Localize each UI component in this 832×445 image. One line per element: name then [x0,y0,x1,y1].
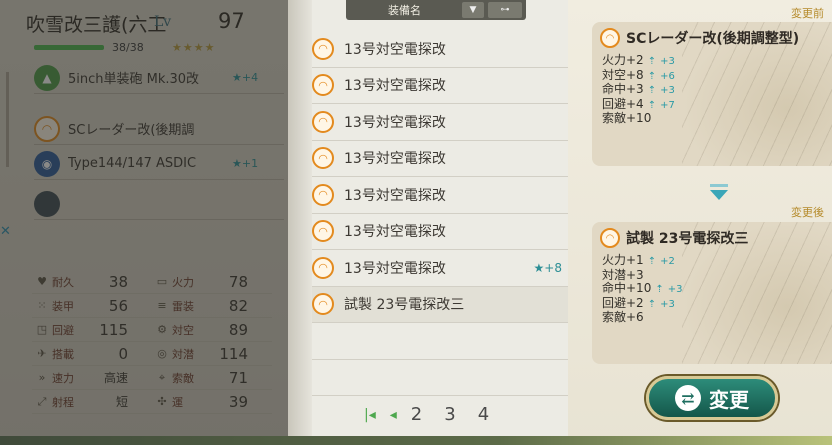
equipment-list: ◠ 13号対空電探改 ◠ 13号対空電探改 ◠ 13号対空電探改 ◠ 13号対空… [312,31,588,396]
slot-improvement: ★+4 [232,71,259,84]
slot-name: Type144/147 ASDIC [68,156,197,171]
improve-arrow-icon: ⇡ [647,298,657,310]
antiair-icon: ⚙ [157,323,167,336]
radar-icon: ◠ [312,147,334,170]
change-button[interactable]: ⇄ 変更 [646,376,778,420]
after-stats: 火力+1 ⇡ +2 対潜+3 命中+10 ⇡ +3 回避+2 ⇡ +3 索敵+6 [602,253,683,324]
slot-name: 5inch単装砲 Mk.30改 [68,72,200,87]
equip-slot-2[interactable]: ◠ SCレーダー改(後期調 [34,113,284,145]
radar-icon: ◠ [312,37,334,60]
filter-icon[interactable]: ⊶ [488,2,522,18]
radar-icon: ◠ [600,28,620,48]
ship-status-panel: 吹雪改三護(六工 Lv 97 38/38 ★★★★ ▲ 5inch単装砲 Mk.… [0,0,290,445]
after-label: 変更後 [791,206,824,219]
slot-divider [6,72,9,167]
page-3[interactable]: 3 [444,404,455,425]
down-arrow-icon [710,190,728,200]
radar-icon: ◠ [34,115,60,142]
list-item-empty [312,323,588,360]
list-item-empty [312,360,588,396]
equip-slot-4[interactable] [34,188,284,220]
hp-bar [34,45,104,50]
close-icon[interactable]: ✕ [0,224,11,239]
level-label: Lv [154,14,172,30]
stat-row: ✈ 搭載 0 ◎ 対潜 114 [32,342,272,366]
stat-row: ♥ 耐久 38 ▭ 火力 78 [32,270,272,294]
ship-level: 97 [218,9,245,33]
improve-arrow-icon: ⇡ [647,256,657,267]
ship-name: 吹雪改三護(六工 [26,14,167,36]
swap-icon: ⇄ [675,385,701,411]
evasion-icon: ◳ [36,323,48,336]
sonar-icon: ◉ [34,150,60,177]
arrow-bar [710,184,728,187]
after-equipment-name: ◠ 試製 23号電探改三 [600,228,748,248]
range-icon: ⤢ [37,394,47,408]
compare-panel: 変更前 ◠ SCレーダー改(後期調整型) 火力+2 ⇡ +3 対空+8 ⇡ +6 命中+… [568,0,832,445]
armor-icon: ⁙ [37,299,47,312]
after-card: ◠ 試製 23号電探改三 火力+1 ⇡ +2 対潜+3 命中+10 ⇡ +3 回避+2 ⇡… [592,222,832,364]
list-item[interactable]: ◠ 13号対空電探改 [312,214,588,250]
pagination: |◂ ◂ 2 3 4 [364,404,511,425]
gun-icon: ▲ [34,64,60,91]
empty-slot-icon [34,190,60,217]
radar-icon: ◠ [312,256,334,279]
improve-arrow-icon: ⇡ [647,85,657,96]
list-item[interactable]: ◠ 13号対空電探改 [312,177,588,214]
page-2[interactable]: 2 [411,404,422,425]
radar-icon: ◠ [312,293,334,316]
before-card: ◠ SCレーダー改(後期調整型) 火力+2 ⇡ +3 対空+8 ⇡ +6 命中+3 ⇡ +3… [592,22,832,166]
slot-improvement: ★+1 [232,157,259,170]
before-equipment-name: ◠ SCレーダー改(後期調整型) [600,28,799,48]
speed-icon: » [38,371,46,384]
equip-slot-1[interactable]: ▲ 5inch単装砲 Mk.30改 ★+4 [34,62,284,94]
bottom-strip [0,436,832,445]
asw-icon: ◎ [157,347,167,360]
firepower-icon: ▭ [156,275,168,288]
sort-label: 装備名 [388,4,421,17]
heart-icon: ♥ [37,275,47,288]
panel-frame [288,0,312,445]
improve-arrow-icon: ⇡ [655,284,664,295]
luck-icon: ✣ [157,395,167,408]
radar-icon: ◠ [312,74,334,97]
stat-row: ◳ 回避 115 ⚙ 対空 89 [32,318,272,342]
los-icon: ⌖ [158,370,166,384]
equipment-list-panel: 装備名 ▼ ⊶ ◠ 13号対空電探改 ◠ 13号対空電探改 ◠ 13号対空電探改… [288,0,588,445]
sort-header: 装備名 ▼ ⊶ [346,0,526,20]
stat-row: ⤢ 射程短 ✣ 運 39 [32,390,272,414]
stat-row: » 速力 高速 ⌖ 索敵 71 [32,366,272,390]
list-item[interactable]: ◠ 13号対空電探改 [312,104,588,141]
ship-stats: ♥ 耐久 38 ▭ 火力 78 ⁙ 装甲 56 ≡ 雷装 82 ◳ 回避 115 ⚙ 対空 89 ✈ 搭載… [32,270,272,414]
slot-name: SCレーダー改(後期調 [68,123,195,138]
stat-row: ⁙ 装甲 56 ≡ 雷装 82 [32,294,272,318]
sort-dropdown-icon[interactable]: ▼ [462,2,484,18]
torpedo-icon: ≡ [157,299,167,312]
aircraft-icon: ✈ [37,347,47,360]
radar-icon: ◠ [312,110,334,133]
list-item[interactable]: ◠ 13号対空電探改 ★+8 [312,250,588,287]
radar-icon: ◠ [600,228,620,248]
improve-arrow-icon: ⇡ [647,99,657,111]
first-page-icon[interactable]: |◂ [364,407,376,423]
improve-arrow-icon: ⇡ [647,56,657,67]
page-4[interactable]: 4 [478,404,489,425]
prev-page-icon[interactable]: ◂ [390,407,397,423]
list-item[interactable]: ◠ 13号対空電探改 [312,31,588,68]
before-stats: 火力+2 ⇡ +3 対空+8 ⇡ +6 命中+3 ⇡ +3 回避+4 ⇡ +7 索敵+10 [602,53,675,125]
radar-icon: ◠ [312,183,334,206]
radar-icon: ◠ [312,220,334,243]
improve-arrow-icon: ⇡ [647,70,657,82]
hp-text: 38/38 [112,41,144,54]
list-item[interactable]: ◠ 13号対空電探改 [312,141,588,177]
list-item-selected[interactable]: ◠ 試製 23号電探改三 [312,286,588,323]
rarity-stars: ★★★★ [172,41,216,54]
list-item[interactable]: ◠ 13号対空電探改 [312,68,588,104]
before-label: 変更前 [791,7,824,20]
equip-slot-3[interactable]: ◉ Type144/147 ASDIC ★+1 [34,148,284,180]
